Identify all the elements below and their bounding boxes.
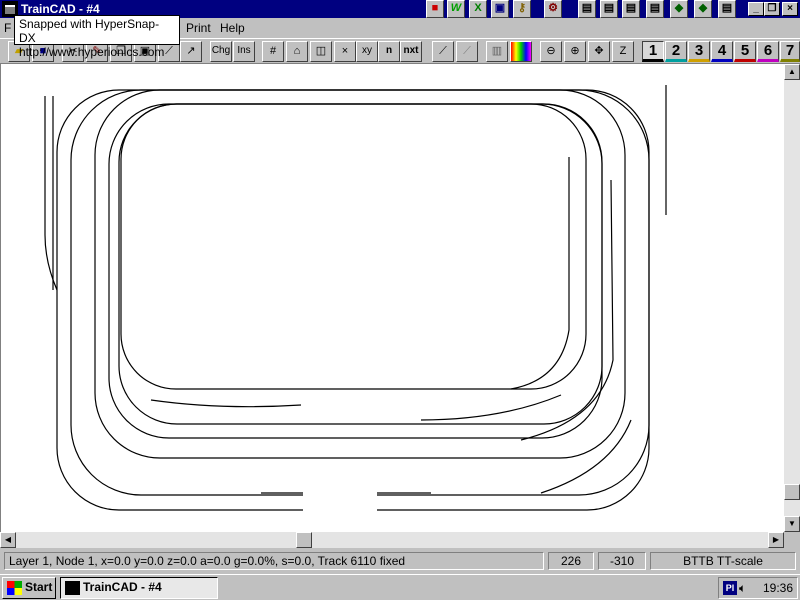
layer-1-button[interactable]: 1 (642, 41, 664, 62)
close-icon[interactable]: × (782, 2, 798, 16)
insert-button[interactable]: Ins (233, 41, 255, 62)
track-siding[interactable] (510, 157, 570, 390)
layer-5-button[interactable]: 5 (734, 41, 756, 62)
layer-7-button[interactable]: 7 (780, 41, 800, 62)
traincad-app-icon (65, 581, 80, 595)
window-title: TrainCAD - #4 (21, 2, 100, 16)
menu-print[interactable]: Print (186, 21, 211, 35)
nxt-button[interactable]: nxt (400, 41, 422, 62)
xy-button[interactable]: xy (356, 41, 378, 62)
shape-icon[interactable]: ⌂ (286, 41, 308, 62)
grid-icon[interactable]: # (262, 41, 284, 62)
horizontal-scroll-thumb[interactable] (296, 532, 312, 548)
layer-3-button[interactable]: 3 (688, 41, 710, 62)
status-bar: Layer 1, Node 1, x=0.0 y=0.0 z=0.0 a=0.0… (0, 550, 800, 572)
folder-app-icon[interactable]: ▤ (646, 0, 664, 18)
taskbar: Start TrainCAD - #4 Pl 🔈︎ 19:36 (0, 574, 800, 600)
status-x-coordinate: 226 (548, 552, 594, 570)
layer-2-button[interactable]: 2 (665, 41, 687, 62)
slope-flat-icon[interactable]: ⟋ (456, 41, 478, 62)
scroll-left-icon[interactable]: ◀ (0, 532, 16, 548)
node-icon[interactable]: ◫ (310, 41, 332, 62)
arrow-icon[interactable]: ↗ (180, 41, 202, 62)
network-icon[interactable]: ◆ (694, 0, 712, 18)
track-siding[interactable] (44, 96, 58, 291)
layer-6-button[interactable]: 6 (757, 41, 779, 62)
status-scale: BTTB TT-scale (650, 552, 796, 570)
track-siding[interactable] (520, 179, 614, 441)
minimize-icon[interactable]: _ (748, 2, 764, 16)
speaker-volume-icon[interactable]: 🔈︎ (739, 581, 753, 595)
track-loop-4[interactable] (108, 103, 603, 439)
taskbar-task-label: TrainCAD - #4 (83, 580, 162, 594)
windows-logo-icon (7, 581, 22, 595)
restore-icon[interactable]: ❐ (764, 2, 780, 16)
vertical-scroll-thumb[interactable] (784, 484, 800, 500)
status-y-coordinate: -310 (598, 552, 646, 570)
pan-arrows-icon[interactable]: ✥ (588, 41, 610, 62)
scroll-up-icon[interactable]: ▲ (784, 64, 800, 80)
delete-node-button[interactable]: × (334, 41, 356, 62)
network-icon[interactable]: ◆ (670, 0, 688, 18)
color-palette-icon[interactable] (510, 41, 532, 62)
watermark-line-2: http://www.hyperionics.com (19, 45, 165, 59)
menu-help[interactable]: Help (220, 21, 245, 35)
horizontal-scrollbar[interactable]: ◀ ▶ (0, 532, 784, 548)
track-siding[interactable] (150, 399, 302, 408)
traincad-window: TrainCAD - #4 ■ W X ▣ ⚷ ⚙ ▤ ▤ ▤ ▤ ◆ ◆ ▤ … (0, 0, 800, 600)
powerpoint-icon[interactable]: ▣ (491, 0, 509, 18)
track-drawing-canvas[interactable] (0, 64, 784, 532)
scroll-down-icon[interactable]: ▼ (784, 516, 800, 532)
word-icon[interactable]: W (447, 0, 465, 18)
track-layout-drawing[interactable] (1, 64, 785, 532)
watermark-line-1: Snapped with HyperSnap-DX (19, 17, 160, 45)
menu-file[interactable]: F (4, 21, 11, 35)
taskbar-traincad-button[interactable]: TrainCAD - #4 (60, 577, 218, 599)
scroll-corner (784, 532, 800, 548)
track-siding[interactable] (540, 419, 632, 494)
excel-icon[interactable]: X (469, 0, 487, 18)
folder-app-icon[interactable]: ▤ (600, 0, 618, 18)
status-info: Layer 1, Node 1, x=0.0 y=0.0 z=0.0 a=0.0… (4, 552, 544, 570)
track-siding[interactable] (420, 394, 562, 421)
hypersnap-watermark: Snapped with HyperSnap-DX http://www.hyp… (14, 15, 180, 59)
layer-4-button[interactable]: 4 (711, 41, 733, 62)
key-icon[interactable]: ⚷ (513, 0, 531, 18)
track-loop-5[interactable] (118, 103, 603, 425)
track-loop-inner[interactable] (120, 103, 587, 390)
vertical-scrollbar[interactable]: ▲ ▼ (784, 64, 800, 532)
taskbar-clock[interactable]: 19:36 (763, 581, 793, 595)
zoom-in-icon[interactable]: ⊕ (564, 41, 586, 62)
language-indicator[interactable]: Pl (723, 581, 737, 595)
zoom-fit-icon[interactable]: Z (612, 41, 634, 62)
scroll-right-icon[interactable]: ▶ (768, 532, 784, 548)
folder-app-icon[interactable]: ▤ (718, 0, 736, 18)
system-tray: Pl 🔈︎ 19:36 (718, 577, 798, 599)
zoom-out-icon[interactable]: ⊖ (540, 41, 562, 62)
n-button[interactable]: n (378, 41, 400, 62)
track-piece-icon[interactable]: ▥ (486, 41, 508, 62)
folder-app-icon[interactable]: ▤ (622, 0, 640, 18)
office-logo-icon[interactable]: ■ (426, 0, 444, 18)
change-button[interactable]: Chg (210, 41, 232, 62)
folder-app-icon[interactable]: ▤ (578, 0, 596, 18)
settings-icon[interactable]: ⚙ (544, 0, 562, 18)
track-loop-outer[interactable] (56, 89, 650, 511)
slope-icon[interactable]: ⟋ (432, 41, 454, 62)
start-label: Start (25, 580, 53, 594)
start-button[interactable]: Start (2, 577, 56, 599)
